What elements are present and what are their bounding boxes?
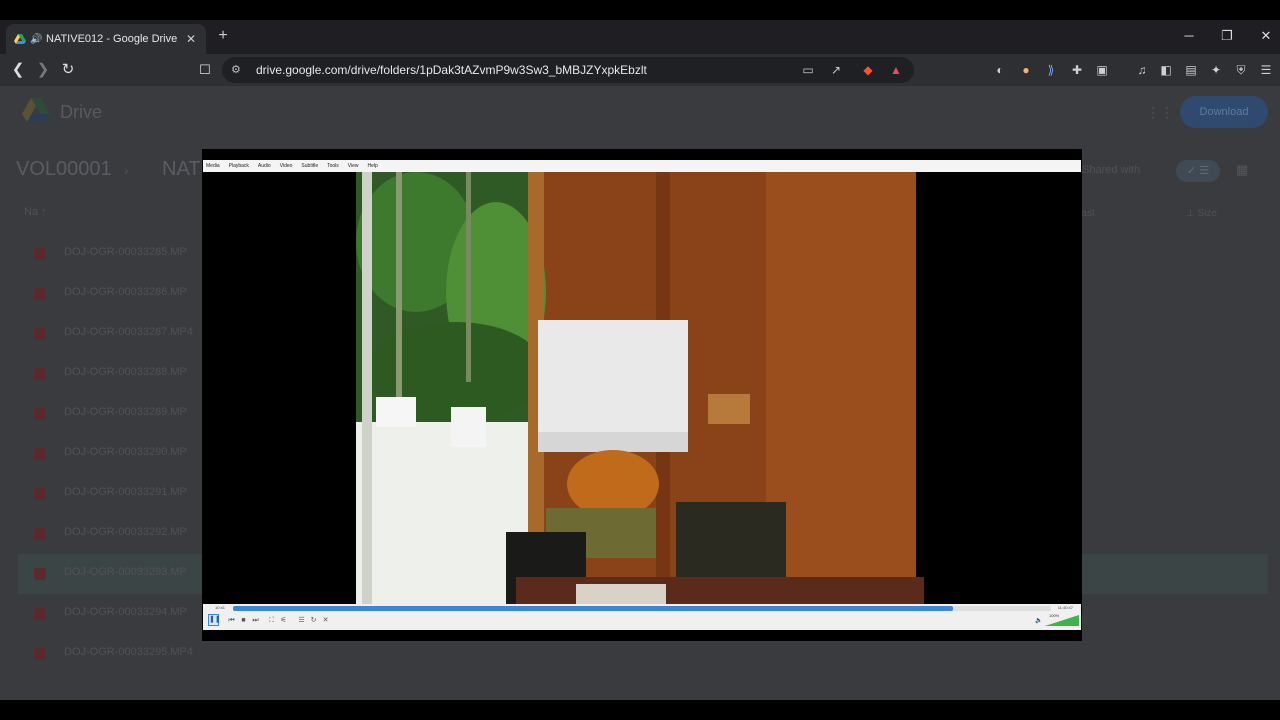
video-frame[interactable] bbox=[356, 172, 924, 604]
previous-icon[interactable]: ⏮ bbox=[227, 616, 236, 625]
music-icon[interactable]: ♫ bbox=[1134, 62, 1150, 78]
next-icon[interactable]: ⏭ bbox=[251, 616, 260, 625]
file-name[interactable]: DOJ-OGR-00033292.MP bbox=[64, 526, 187, 538]
back-button[interactable]: ❮ bbox=[8, 60, 28, 80]
video-file-icon bbox=[34, 408, 46, 420]
name-sort-header[interactable]: Na ↑ bbox=[24, 206, 47, 218]
menu-subtitle[interactable]: Subtitle bbox=[301, 163, 318, 169]
apps-grid-icon[interactable]: ⋮⋮ bbox=[1146, 104, 1174, 120]
drive-brand: Drive bbox=[60, 102, 103, 122]
video-file-icon bbox=[34, 328, 46, 340]
extension-icon[interactable]: ● bbox=[1018, 62, 1034, 78]
file-name[interactable]: DOJ-OGR-00033288.MP bbox=[64, 366, 187, 378]
forward-button[interactable]: ❯ bbox=[33, 60, 53, 80]
site-settings-icon[interactable]: ⚙ bbox=[231, 63, 245, 77]
google-drive-icon bbox=[14, 34, 26, 44]
video-file-icon bbox=[34, 448, 46, 460]
size-header[interactable]: ⊥ Size bbox=[1186, 208, 1217, 219]
shuffle-icon[interactable]: ✕ bbox=[321, 616, 330, 625]
menu-playback[interactable]: Playback bbox=[229, 163, 249, 169]
close-window-button[interactable]: ✕ bbox=[1256, 26, 1276, 46]
seek-bar[interactable] bbox=[233, 606, 1051, 611]
sidebar-icon[interactable]: ◧ bbox=[1158, 62, 1174, 78]
wallet-icon[interactable]: ▤ bbox=[1183, 62, 1199, 78]
menu-view[interactable]: View bbox=[348, 163, 359, 169]
breadcrumb-current[interactable]: NAT bbox=[162, 158, 201, 181]
brave-shields-icon[interactable]: ◆ bbox=[860, 62, 876, 78]
download-button[interactable]: Download bbox=[1180, 96, 1268, 128]
video-file-icon bbox=[34, 368, 46, 380]
restore-button[interactable]: ❐ bbox=[1217, 26, 1237, 46]
video-file-icon bbox=[34, 248, 46, 260]
list-view-toggle[interactable]: ✓ ☰ bbox=[1176, 160, 1220, 182]
menu-icon[interactable]: ☰ bbox=[1258, 62, 1274, 78]
tab-bar: 🔊 NATIVE012 - Google Drive ✕ bbox=[0, 20, 1280, 54]
video-file-icon bbox=[34, 288, 46, 300]
tab-title: NATIVE012 - Google Drive bbox=[46, 33, 178, 45]
screen: 🔊 NATIVE012 - Google Drive ✕ + ─ ❐ ✕ ❮ ❯… bbox=[0, 0, 1280, 720]
url-text[interactable]: drive.google.com/drive/folders/1pDak3tAZ… bbox=[256, 57, 647, 83]
extension-icon[interactable]: ⟫ bbox=[1043, 62, 1059, 78]
video-file-icon bbox=[34, 608, 46, 620]
browser-toolbar: ❮ ❯ ↻ ☐ ⚙ drive.google.com/drive/folders… bbox=[0, 54, 1280, 86]
player-controls: 10:41 11:40:47 ❚❚ ⏮ ■ ⏭ ⛶ ⚟ ☰ ↻ ✕ 🔈 100% bbox=[203, 604, 1081, 630]
video-file-icon bbox=[34, 528, 46, 540]
play-pause-button[interactable]: ❚❚ bbox=[208, 614, 221, 626]
file-name[interactable]: DOJ-OGR-00033294.MP bbox=[64, 606, 187, 618]
video-file-icon bbox=[34, 488, 46, 500]
chevron-right-icon: › bbox=[124, 162, 129, 178]
speaker-icon[interactable]: 🔊 bbox=[30, 34, 42, 45]
drive-logo-icon bbox=[22, 98, 50, 122]
file-name[interactable]: DOJ-OGR-00033291.MP bbox=[64, 486, 187, 498]
file-name[interactable]: DOJ-OGR-00033290.MP bbox=[64, 446, 187, 458]
cast-icon[interactable]: ▭ bbox=[800, 62, 816, 78]
breadcrumb-root[interactable]: VOL00001 bbox=[16, 158, 112, 181]
bookmark-icon[interactable]: ☐ bbox=[195, 60, 215, 80]
video-file-icon bbox=[34, 648, 46, 660]
grid-view-icon[interactable]: ▦ bbox=[1236, 162, 1248, 178]
video-player[interactable]: Media Playback Audio Video Subtitle Tool… bbox=[202, 149, 1082, 641]
address-bar[interactable]: ⚙ drive.google.com/drive/folders/1pDak3t… bbox=[222, 57, 914, 83]
menu-video[interactable]: Video bbox=[280, 163, 293, 169]
letterbox-top bbox=[0, 0, 1280, 20]
file-name[interactable]: DOJ-OGR-00033295.MP4 bbox=[64, 646, 193, 658]
file-name[interactable]: DOJ-OGR-00033286.MP bbox=[64, 286, 187, 298]
fullscreen-icon[interactable]: ⛶ bbox=[267, 616, 276, 625]
reload-button[interactable]: ↻ bbox=[58, 60, 78, 80]
video-file-icon bbox=[34, 568, 46, 580]
loop-icon[interactable]: ↻ bbox=[309, 616, 318, 625]
file-name[interactable]: DOJ-OGR-00033285.MP bbox=[64, 246, 187, 258]
leo-ai-icon[interactable]: ✦ bbox=[1208, 62, 1224, 78]
vpn-icon[interactable]: ⛨ bbox=[1233, 62, 1249, 78]
file-name[interactable]: DOJ-OGR-00033289.MP bbox=[64, 406, 187, 418]
file-name[interactable]: DOJ-OGR-00033287.MP4 bbox=[64, 326, 193, 338]
brave-rewards-icon[interactable]: ▲ bbox=[888, 62, 904, 78]
shared-header: Shared with bbox=[1082, 164, 1141, 176]
elapsed-time: 10:41 bbox=[215, 605, 226, 610]
share-icon[interactable]: ↗ bbox=[828, 62, 844, 78]
seek-progress bbox=[233, 606, 953, 611]
puzzle-icon[interactable]: ✚ bbox=[1069, 62, 1085, 78]
volume-label: 100% bbox=[1049, 613, 1060, 618]
file-name[interactable]: DOJ-OGR-00033293.MP bbox=[64, 566, 187, 578]
browser-tab[interactable]: 🔊 NATIVE012 - Google Drive ✕ bbox=[6, 24, 206, 54]
extension-icon[interactable]: ▣ bbox=[1094, 62, 1110, 78]
total-time: 11:40:47 bbox=[1057, 605, 1073, 610]
tab-close-icon[interactable]: ✕ bbox=[184, 32, 198, 46]
volume-icon[interactable]: 🔈 bbox=[1035, 617, 1042, 624]
playlist-icon[interactable]: ☰ bbox=[297, 616, 306, 625]
menu-tools[interactable]: Tools bbox=[327, 163, 339, 169]
player-menubar: Media Playback Audio Video Subtitle Tool… bbox=[203, 160, 1081, 172]
new-tab-button[interactable]: + bbox=[214, 26, 232, 46]
menu-media[interactable]: Media bbox=[206, 163, 220, 169]
menu-audio[interactable]: Audio bbox=[258, 163, 271, 169]
minimize-button[interactable]: ─ bbox=[1179, 26, 1199, 46]
extension-icon[interactable]: ◐ bbox=[992, 62, 1008, 78]
stop-icon[interactable]: ■ bbox=[239, 616, 248, 625]
extended-settings-icon[interactable]: ⚟ bbox=[279, 616, 288, 625]
letterbox-bottom bbox=[0, 700, 1280, 720]
menu-help[interactable]: Help bbox=[368, 163, 378, 169]
